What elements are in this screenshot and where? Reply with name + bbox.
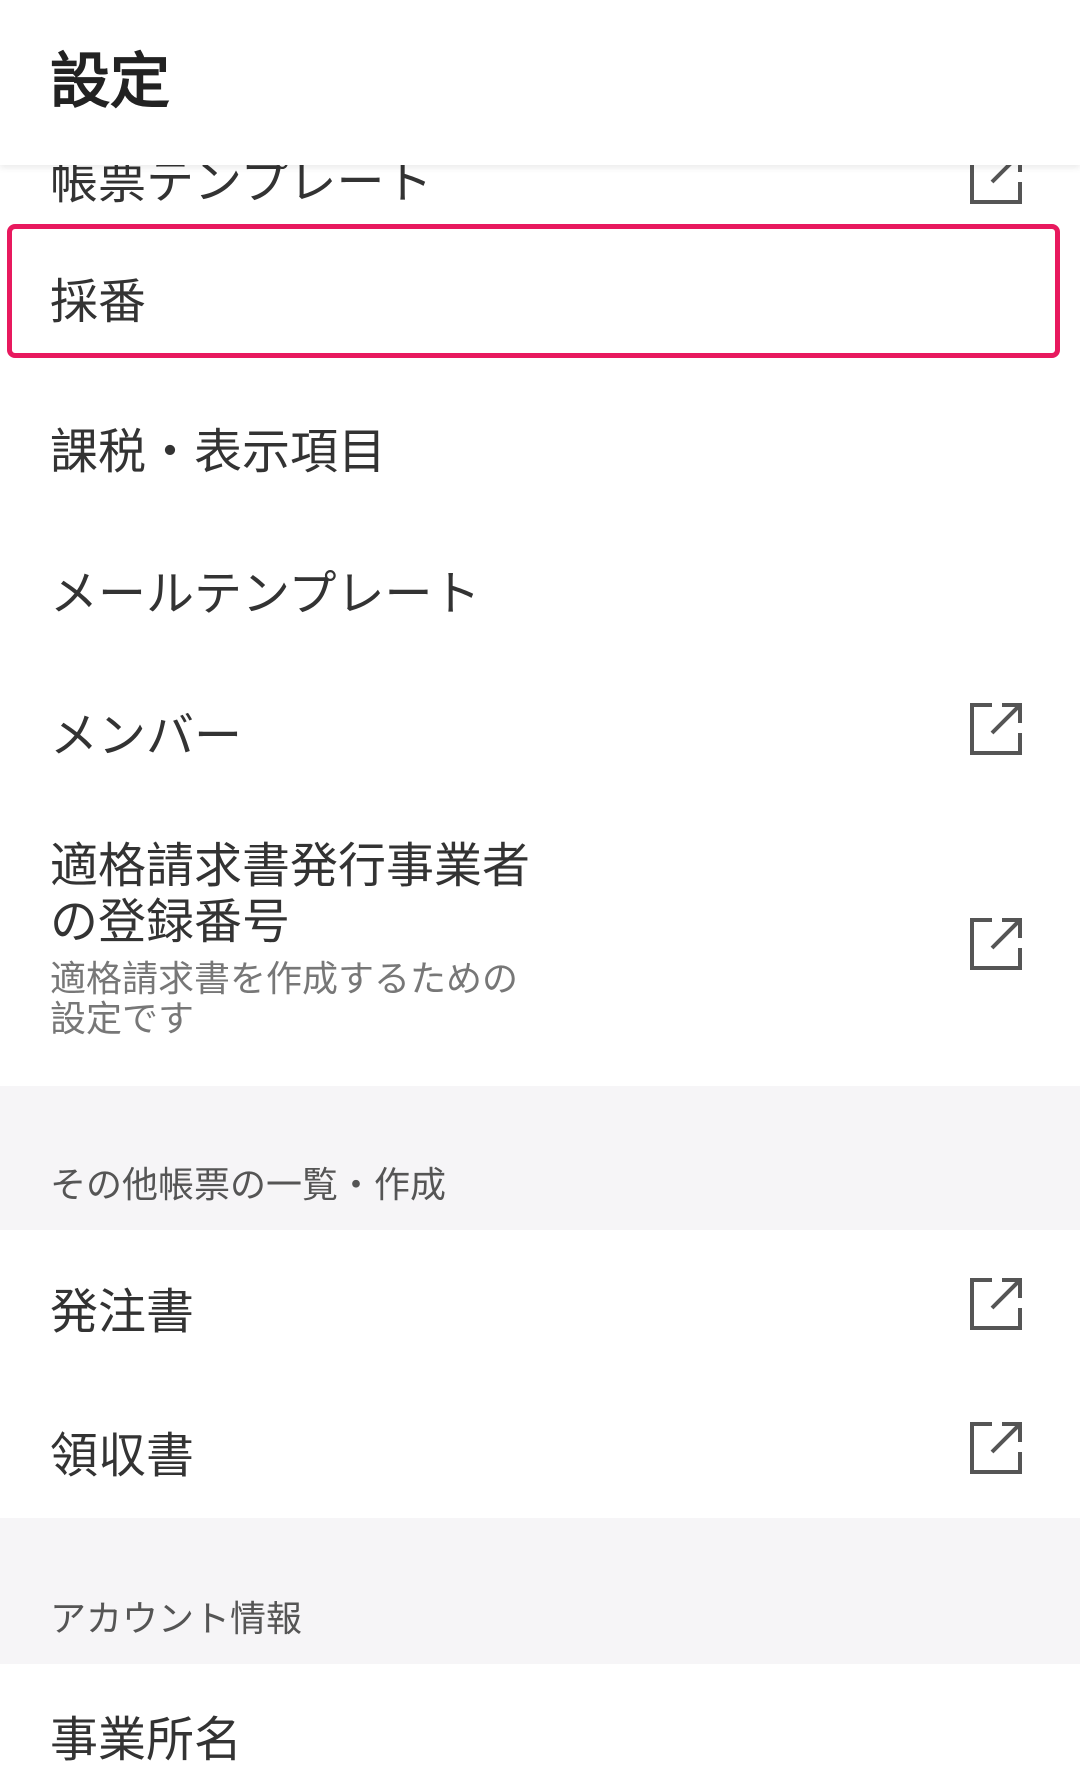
list-item-invoice-registration[interactable]: 適格請求書発行事業者 の登録番号 適格請求書を作成するための 設定です — [0, 800, 1080, 1086]
external-link-icon — [968, 916, 1024, 972]
list-item-numbering[interactable]: 採番 — [0, 224, 1080, 358]
app-header: 設定 — [0, 0, 1080, 165]
list-item-title-line2: の登録番号 — [50, 894, 291, 950]
external-link-icon — [968, 701, 1024, 757]
page-title: 設定 — [50, 47, 170, 117]
list-item-purchase-order[interactable]: 発注書 — [0, 1230, 1080, 1374]
list-item-label: 採番 — [50, 274, 147, 330]
list-item-title: 適格請求書発行事業者 の登録番号 — [50, 838, 610, 950]
section-header-other-documents: その他帳票の一覧・作成 — [0, 1086, 1080, 1230]
external-link-icon — [968, 1276, 1024, 1332]
list-item-label: メンバー — [50, 708, 243, 764]
list-item-mail-template[interactable]: メールテンプレート — [0, 514, 1080, 654]
list-item-description-line1: 適格請求書を作成するための — [50, 959, 519, 1000]
list-item-label: 領収書 — [50, 1428, 195, 1484]
list-item-label: メールテンプレート — [50, 566, 481, 622]
section-label: その他帳票の一覧・作成 — [50, 1165, 447, 1206]
section-header-account-info: アカウント情報 — [0, 1518, 1080, 1664]
settings-list: 帳票テンプレート 採番 課税・表示項目 メールテンプレート メンバー 適格請求書… — [0, 0, 1080, 1775]
section-label: アカウント情報 — [50, 1599, 303, 1640]
list-item-business-name[interactable]: 事業所名 — [0, 1664, 1080, 1775]
list-item-label: 事業所名 — [50, 1712, 243, 1768]
list-item-label: 発注書 — [50, 1284, 195, 1340]
list-item-label: 課税・表示項目 — [50, 424, 387, 480]
list-item-receipt[interactable]: 領収書 — [0, 1374, 1080, 1518]
list-item-description-line2: 設定です — [50, 999, 195, 1040]
external-link-icon — [968, 1420, 1024, 1476]
list-item-members[interactable]: メンバー — [0, 656, 1080, 796]
list-item-title-line1: 適格請求書発行事業者 — [50, 838, 531, 894]
list-item-tax-display[interactable]: 課税・表示項目 — [0, 372, 1080, 512]
list-item-description: 適格請求書を作成するための 設定です — [50, 960, 550, 1040]
